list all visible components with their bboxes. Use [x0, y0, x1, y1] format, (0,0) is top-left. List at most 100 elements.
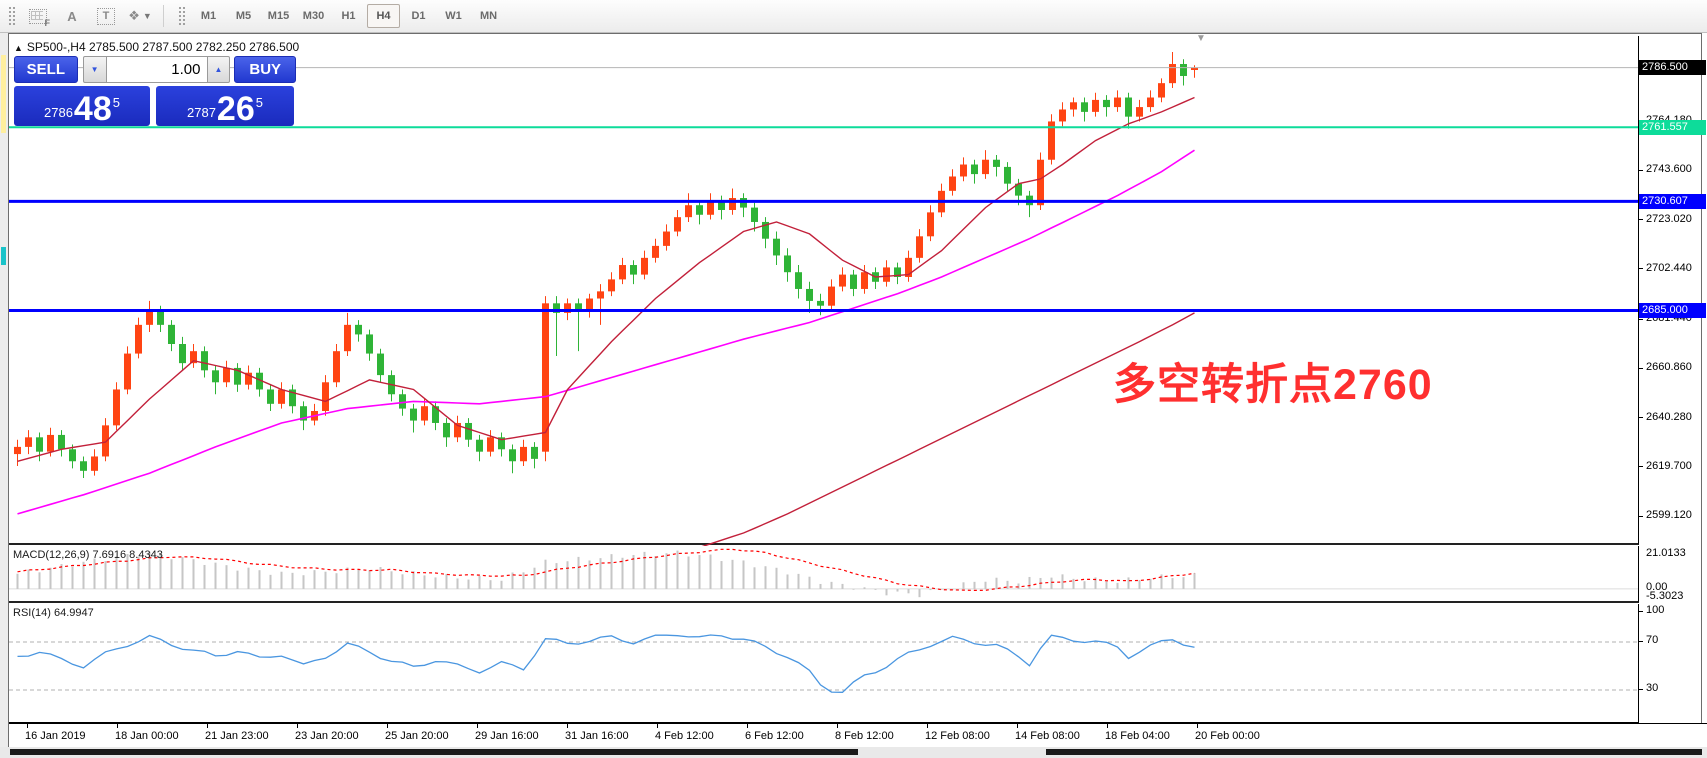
- timeframe-button-m5[interactable]: M5: [227, 4, 260, 28]
- rsi-panel[interactable]: [9, 604, 1639, 723]
- time-tickmark: [657, 724, 658, 728]
- price-level-badge: 2761.557: [1639, 120, 1706, 135]
- time-label: 12 Feb 08:00: [925, 730, 990, 742]
- time-label: 14 Feb 08:00: [1015, 730, 1080, 742]
- chart-title: ▲SP500-,H4 2785.500 2787.500 2782.250 27…: [14, 40, 299, 54]
- time-label: 20 Feb 00:00: [1195, 730, 1260, 742]
- price-tick-label: 2660.860: [1646, 361, 1692, 373]
- buy-button[interactable]: BUY: [234, 56, 296, 83]
- rsi-axis-label: 100: [1646, 604, 1664, 616]
- price-tick-label: 2619.700: [1646, 460, 1692, 472]
- time-label: 21 Jan 23:00: [205, 730, 269, 742]
- price-tickmark: [1638, 417, 1643, 418]
- time-label: 6 Feb 12:00: [745, 730, 804, 742]
- volume-decrease-button[interactable]: ▼: [83, 56, 107, 83]
- time-tickmark: [567, 724, 568, 728]
- price-tick-label: 2723.020: [1646, 213, 1692, 225]
- time-label: 31 Jan 16:00: [565, 730, 629, 742]
- buy-price-big: 26: [217, 94, 255, 124]
- time-tickmark: [1017, 724, 1018, 728]
- time-axis[interactable]: 16 Jan 2019 18 Jan 00:00 21 Jan 23:00 23 Ja…: [9, 723, 1707, 748]
- chart-marker-icon: ▼: [1196, 33, 1206, 44]
- rsi-indicator-label: RSI(14) 64.9947: [13, 607, 94, 619]
- time-label: 25 Jan 20:00: [385, 730, 449, 742]
- text-box-icon[interactable]: T: [92, 3, 120, 29]
- price-tick-label: 2702.440: [1646, 262, 1692, 274]
- symbol-collapse-icon[interactable]: ▲: [14, 43, 23, 53]
- time-label: 23 Jan 20:00: [295, 730, 359, 742]
- price-tick-label: 2640.280: [1646, 411, 1692, 423]
- time-label: 4 Feb 12:00: [655, 730, 714, 742]
- rsi-axis-label: 70: [1646, 634, 1658, 646]
- rsi-tickmark: [1638, 641, 1643, 642]
- price-tickmark: [1638, 368, 1643, 369]
- left-strip-yellow-marker: [1, 55, 6, 133]
- volume-input[interactable]: [107, 56, 207, 83]
- trading-terminal: F A T ❖▼ M1M5M15M30H1H4D1W1MN ▲SP500-,H4…: [0, 0, 1707, 758]
- time-tickmark: [747, 724, 748, 728]
- time-tickmark: [387, 724, 388, 728]
- time-tickmark: [117, 724, 118, 728]
- price-level-badge: 2685.000: [1639, 303, 1706, 318]
- timeframe-button-m15[interactable]: M15: [262, 4, 295, 28]
- timeframe-group: M1M5M15M30H1H4D1W1MN: [191, 4, 506, 28]
- macd-axis-label: 21.0133: [1646, 547, 1686, 559]
- price-tickmark: [1638, 466, 1643, 467]
- sell-price-sup: 5: [113, 95, 120, 110]
- bottom-bar-left: [10, 749, 858, 755]
- time-tickmark: [297, 724, 298, 728]
- price-tick-label: 2599.120: [1646, 509, 1692, 521]
- macd-indicator-label: MACD(12,26,9) 7.6916 8.4343: [13, 549, 163, 561]
- time-label: 16 Jan 2019: [25, 730, 86, 742]
- rsi-axis-label: 30: [1646, 682, 1658, 694]
- timeframe-button-w1[interactable]: W1: [437, 4, 470, 28]
- price-level-badge: 2730.607: [1639, 194, 1706, 209]
- buy-quote[interactable]: 2787 26 5: [156, 86, 294, 126]
- price-tickmark: [1638, 170, 1643, 171]
- time-tickmark: [927, 724, 928, 728]
- time-tickmark: [477, 724, 478, 728]
- timeframe-button-m1[interactable]: M1: [192, 4, 225, 28]
- time-tickmark: [27, 724, 28, 728]
- buy-price-prefix: 2787: [187, 105, 216, 120]
- dropdown-caret-icon[interactable]: ▼: [143, 11, 152, 21]
- time-tickmark: [837, 724, 838, 728]
- price-tickmark: [1638, 516, 1643, 517]
- timeframe-button-h1[interactable]: H1: [332, 4, 365, 28]
- time-tickmark: [207, 724, 208, 728]
- sell-price-prefix: 2786: [44, 105, 73, 120]
- timeframe-button-mn[interactable]: MN: [472, 4, 505, 28]
- text-label-icon[interactable]: A: [58, 3, 86, 29]
- sell-button[interactable]: SELL: [14, 56, 78, 83]
- time-tickmark: [1197, 724, 1198, 728]
- rsi-tickmark: [1638, 689, 1643, 690]
- time-label: 18 Feb 04:00: [1105, 730, 1170, 742]
- time-label: 18 Jan 00:00: [115, 730, 179, 742]
- bottom-bar-right: [1046, 749, 1702, 755]
- chart-annotation-text: 多空转折点2760: [1113, 350, 1433, 412]
- timeframe-button-d1[interactable]: D1: [402, 4, 435, 28]
- toolbar-grip-2[interactable]: [178, 6, 185, 26]
- rsi-tickmark: [1638, 611, 1643, 612]
- sell-price-big: 48: [74, 94, 112, 124]
- volume-increase-button[interactable]: ▲: [207, 56, 231, 83]
- buy-price-sup: 5: [256, 95, 263, 110]
- price-tickmark: [1638, 268, 1643, 269]
- toolbar-grip[interactable]: [8, 6, 15, 26]
- price-tickmark: [1638, 219, 1643, 220]
- sell-quote[interactable]: 2786 48 5: [14, 86, 150, 126]
- time-label: 29 Jan 16:00: [475, 730, 539, 742]
- left-strip-teal-marker: [1, 247, 6, 265]
- time-label: 8 Feb 12:00: [835, 730, 894, 742]
- one-click-trade-panel: SELL ▼ ▲ BUY 2786 48 5 2787 26 5: [14, 56, 296, 126]
- bottom-window-edge: [0, 747, 1707, 758]
- price-tick-label: 2743.600: [1646, 163, 1692, 175]
- toolbar: F A T ❖▼ M1M5M15M30H1H4D1W1MN: [0, 0, 1707, 33]
- timeframe-button-m30[interactable]: M30: [297, 4, 330, 28]
- shapes-icon[interactable]: ❖▼: [126, 3, 154, 29]
- macd-panel[interactable]: [9, 546, 1639, 603]
- price-level-badge: 2786.500: [1639, 60, 1706, 75]
- time-tickmark: [1107, 724, 1108, 728]
- timeframe-button-h4[interactable]: H4: [367, 4, 400, 28]
- grid-f-icon[interactable]: F: [24, 3, 52, 29]
